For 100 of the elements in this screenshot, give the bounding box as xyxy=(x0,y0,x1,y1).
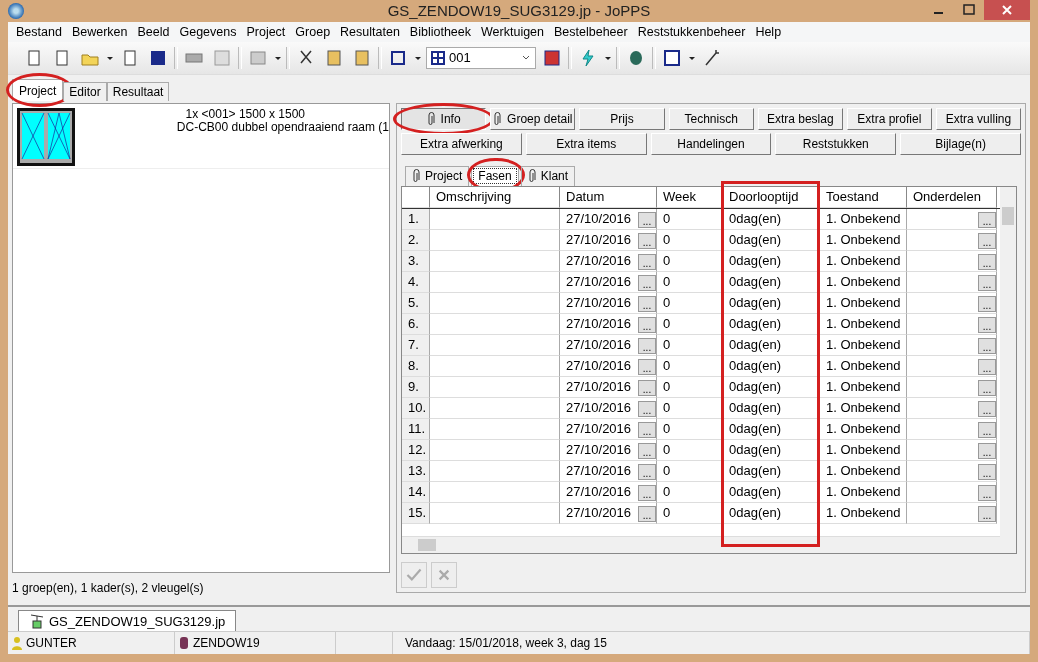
tab[interactable]: Editor xyxy=(63,81,107,101)
table-cell: 1. Onbekend xyxy=(820,314,907,335)
ellipsis-button[interactable]: ... xyxy=(978,317,996,333)
row-number: 2. xyxy=(402,230,430,251)
menu-item[interactable]: Bestelbeheer xyxy=(550,24,632,39)
ellipsis-button[interactable]: ... xyxy=(638,464,656,480)
detail-button[interactable]: Groep detail xyxy=(490,107,576,130)
table-cell: 27/10/2016 xyxy=(566,253,632,269)
table-cell: 0 xyxy=(657,419,723,440)
detail-button[interactable]: Extra items xyxy=(525,132,647,155)
menu-item[interactable]: Bibliotheek xyxy=(405,24,475,39)
table-cell: 0 xyxy=(657,230,723,251)
ellipsis-button[interactable]: ... xyxy=(638,338,656,354)
ellipsis-button[interactable]: ... xyxy=(638,317,656,333)
table-cell: 1. Onbekend xyxy=(820,377,907,398)
ellipsis-button[interactable]: ... xyxy=(978,359,996,375)
table-cell: 0 xyxy=(657,482,723,503)
menu-item[interactable]: Groep xyxy=(291,24,335,39)
detail-button[interactable]: Extra profiel xyxy=(846,107,932,130)
column-header[interactable]: Omschrijving xyxy=(430,187,560,208)
tab[interactable]: Project xyxy=(405,165,470,186)
ellipsis-button[interactable]: ... xyxy=(978,212,996,228)
table-cell: 0dag(en) xyxy=(723,461,820,482)
detail-button[interactable]: Bijlage(n) xyxy=(900,132,1021,155)
ellipsis-button[interactable]: ... xyxy=(978,233,996,249)
table-cell: 1. Onbekend xyxy=(820,503,907,524)
detail-button[interactable]: Handelingen xyxy=(650,132,772,155)
table-cell: 27/10/2016 xyxy=(566,484,632,500)
column-header[interactable]: Toestand xyxy=(820,187,907,208)
table-cell: 27/10/2016 xyxy=(566,337,632,353)
tab[interactable]: Fasen xyxy=(471,165,519,186)
ellipsis-button[interactable]: ... xyxy=(978,254,996,270)
menu-item[interactable]: Reststukkenbeheer xyxy=(633,24,750,39)
menu-item[interactable]: Bewerken xyxy=(67,24,132,39)
table-cell: 0dag(en) xyxy=(723,209,820,230)
table-cell: 1. Onbekend xyxy=(820,251,907,272)
menu-item[interactable]: Beeld xyxy=(133,24,174,39)
ellipsis-button[interactable]: ... xyxy=(638,275,656,291)
tab[interactable]: Klant xyxy=(520,165,576,186)
ellipsis-button[interactable]: ... xyxy=(978,485,996,501)
table-cell: 27/10/2016 xyxy=(566,295,632,311)
menu-item[interactable]: Project xyxy=(242,24,290,39)
table-cell: 27/10/2016 xyxy=(566,421,632,437)
table-cell: 0 xyxy=(657,209,723,230)
ellipsis-button[interactable]: ... xyxy=(978,380,996,396)
menu-item[interactable]: Help xyxy=(751,24,786,39)
ellipsis-button[interactable]: ... xyxy=(638,212,656,228)
ellipsis-button[interactable]: ... xyxy=(638,485,656,501)
ellipsis-button[interactable]: ... xyxy=(638,443,656,459)
status-database: ZENDOW19 xyxy=(175,632,336,654)
ellipsis-button[interactable]: ... xyxy=(638,422,656,438)
menu-item[interactable]: Werktuigen xyxy=(477,24,548,39)
ellipsis-button[interactable]: ... xyxy=(978,275,996,291)
row-number: 3. xyxy=(402,251,430,272)
detail-button[interactable]: Reststukken xyxy=(775,132,897,155)
detail-button[interactable]: Extra afwerking xyxy=(401,132,522,155)
table-cell: 0dag(en) xyxy=(723,503,820,524)
table-cell: 0 xyxy=(657,335,723,356)
ellipsis-button[interactable]: ... xyxy=(978,464,996,480)
tab[interactable]: Project xyxy=(12,78,64,101)
detail-button[interactable]: Extra beslag xyxy=(757,107,843,130)
detail-button[interactable]: Info xyxy=(401,107,487,130)
row-number: 4. xyxy=(402,272,430,293)
detail-button[interactable]: Extra vulling xyxy=(935,107,1022,130)
ellipsis-button[interactable]: ... xyxy=(978,506,996,522)
table-cell: 0 xyxy=(657,377,723,398)
table-cell: 0dag(en) xyxy=(723,398,820,419)
table-cell: 0 xyxy=(657,293,723,314)
row-number: 11. xyxy=(402,419,430,440)
menu-item[interactable]: Resultaten xyxy=(336,24,404,39)
ellipsis-button[interactable]: ... xyxy=(978,401,996,417)
ellipsis-button[interactable]: ... xyxy=(638,401,656,417)
ellipsis-button[interactable]: ... xyxy=(638,380,656,396)
document-tab[interactable]: GS_ZENDOW19_SUG3129.jp xyxy=(18,610,237,631)
column-header[interactable]: Datum xyxy=(560,187,657,208)
ellipsis-button[interactable]: ... xyxy=(978,443,996,459)
table-cell: 1. Onbekend xyxy=(820,272,907,293)
detail-button[interactable]: Prijs xyxy=(579,107,665,130)
row-number: 6. xyxy=(402,314,430,335)
detail-button[interactable]: Technisch xyxy=(668,107,754,130)
ellipsis-button[interactable]: ... xyxy=(638,254,656,270)
tab[interactable]: Resultaat xyxy=(106,81,170,101)
ellipsis-button[interactable]: ... xyxy=(638,296,656,312)
ellipsis-button[interactable]: ... xyxy=(638,233,656,249)
ellipsis-button[interactable]: ... xyxy=(978,422,996,438)
group-combo[interactable]: 001 xyxy=(426,46,536,69)
table-cell: 1. Onbekend xyxy=(820,482,907,503)
ellipsis-button[interactable]: ... xyxy=(638,506,656,522)
table-cell: 1. Onbekend xyxy=(820,398,907,419)
ellipsis-button[interactable]: ... xyxy=(978,338,996,354)
table-cell: 0dag(en) xyxy=(723,272,820,293)
table-cell: 1. Onbekend xyxy=(820,419,907,440)
table-cell: 1. Onbekend xyxy=(820,293,907,314)
item-title: 1x <001> 1500 x 1500 xyxy=(185,107,305,121)
ellipsis-button[interactable]: ... xyxy=(638,359,656,375)
column-header[interactable]: Onderdelen xyxy=(907,187,997,208)
ellipsis-button[interactable]: ... xyxy=(978,296,996,312)
menu-item[interactable]: Bestand xyxy=(12,24,66,39)
row-number: 1. xyxy=(402,209,430,230)
menu-item[interactable]: Gegevens xyxy=(175,24,241,39)
